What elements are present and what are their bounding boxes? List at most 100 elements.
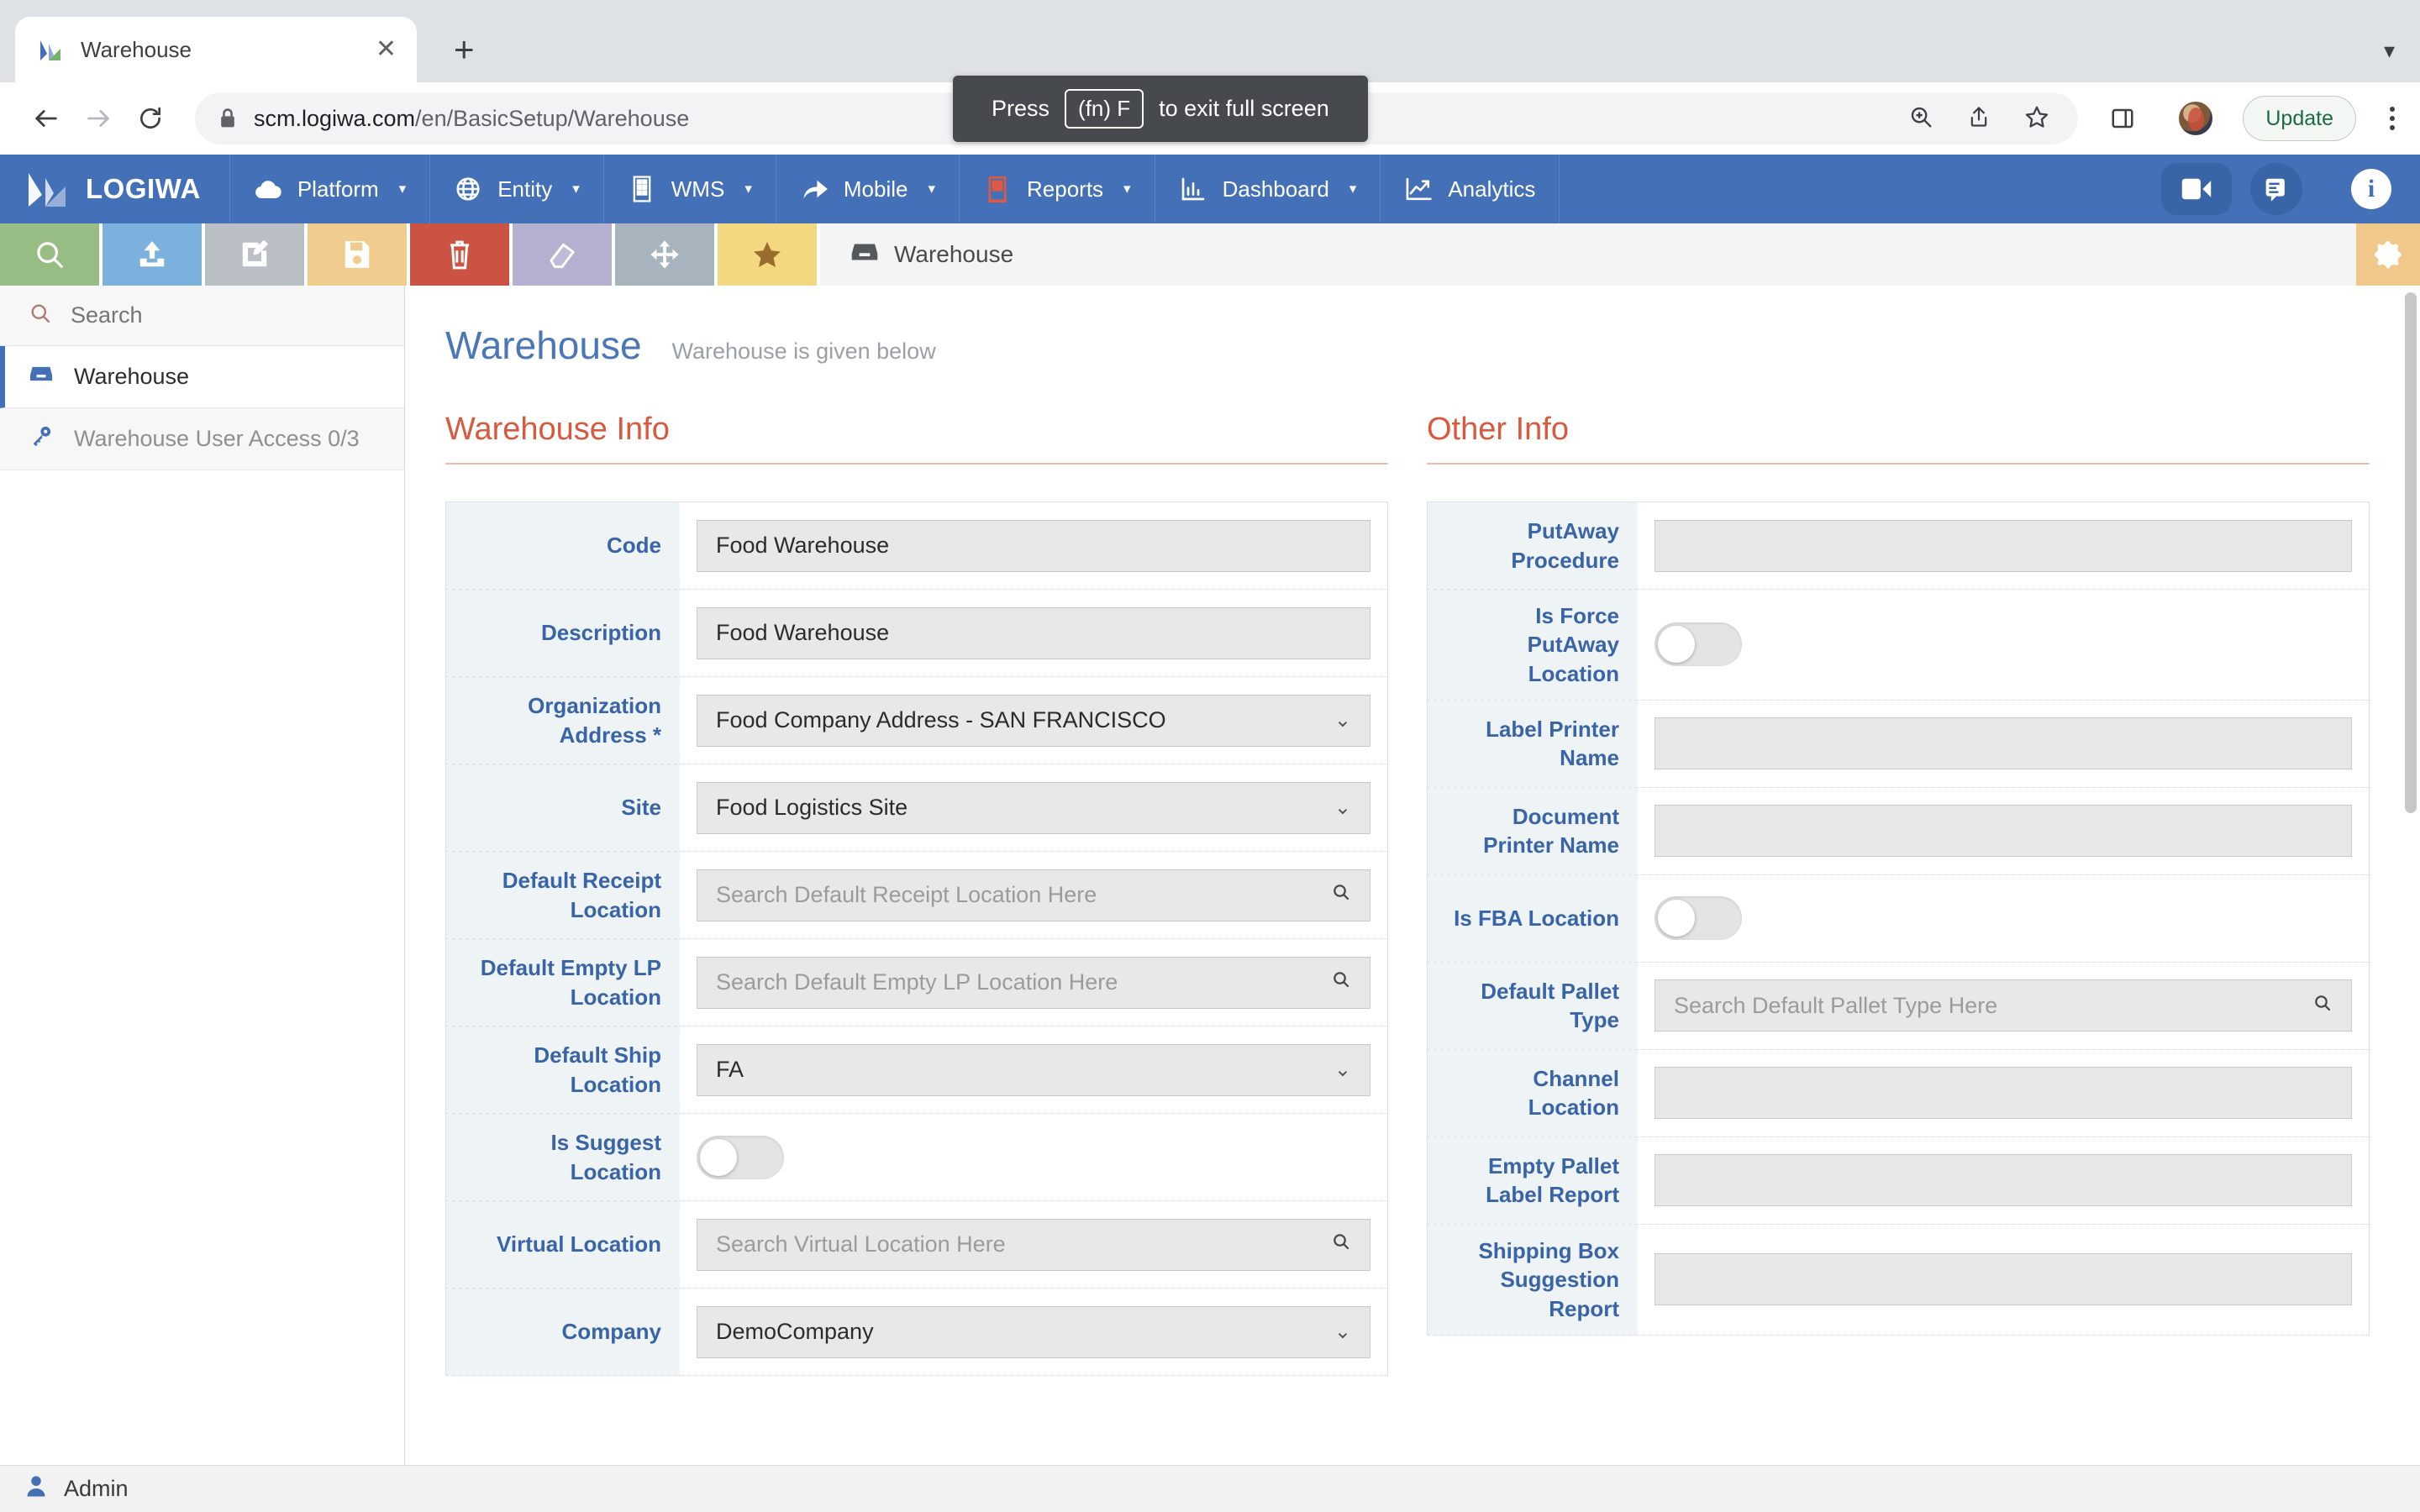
gear-icon[interactable] — [2356, 223, 2420, 286]
form-row-is-fba-location: Is FBA Location — [1428, 874, 2369, 963]
star-outline-icon[interactable] — [2024, 104, 2049, 134]
url-host: scm.logiwa.com — [254, 105, 416, 131]
site-select[interactable]: Food Logistics Site ⌄ — [697, 781, 1370, 834]
side-panel-icon[interactable] — [2096, 92, 2149, 144]
toggle-knob — [1658, 900, 1695, 937]
info-icon[interactable]: i — [2351, 169, 2391, 209]
forward-arrow-icon[interactable] — [72, 92, 124, 144]
field-value-wrap — [1638, 875, 2369, 962]
document-printer-name-input[interactable] — [1655, 805, 2352, 858]
default-empty-lp-location-search[interactable]: Search Default Empty LP Location Here — [697, 956, 1370, 1009]
vertical-scrollbar[interactable] — [2405, 292, 2417, 813]
share-icon[interactable] — [1967, 104, 1991, 134]
sidebar-search[interactable] — [0, 286, 404, 346]
chevron-down-icon: ⌄ — [1334, 1058, 1351, 1081]
edit-button[interactable] — [205, 223, 308, 286]
company-select[interactable]: DemoCompany ⌄ — [697, 1305, 1370, 1358]
video-camera-icon[interactable] — [2161, 163, 2232, 215]
fullscreen-toast-suffix: to exit full screen — [1159, 96, 1329, 121]
nav-item-entity[interactable]: Entity ▾ — [430, 155, 604, 223]
chat-bubble-icon[interactable] — [2250, 163, 2302, 215]
form-row-putaway-procedure: PutAway Procedure — [1428, 502, 2369, 590]
search-icon[interactable] — [1331, 882, 1351, 908]
is-fba-location-toggle[interactable] — [1655, 896, 1742, 941]
default-pallet-type-search[interactable]: Search Default Pallet Type Here — [1655, 979, 2352, 1032]
zoom-in-icon[interactable] — [1908, 104, 1933, 134]
close-icon[interactable]: ✕ — [376, 37, 397, 62]
field-label: Code — [446, 502, 680, 589]
search-icon[interactable] — [2312, 993, 2333, 1019]
clear-button[interactable] — [513, 223, 615, 286]
nav-label-entity: Entity — [497, 176, 553, 202]
form-row-shipping-box-suggestion-report: Shipping Box Suggestion Report — [1428, 1224, 2369, 1336]
nav-item-analytics[interactable]: Analytics — [1381, 155, 1560, 223]
select-value: DemoCompany — [716, 1319, 874, 1344]
search-icon[interactable] — [1331, 1231, 1351, 1257]
field-label: Channel Location — [1428, 1049, 1638, 1137]
virtual-location-search[interactable]: Search Virtual Location Here — [697, 1218, 1370, 1271]
app-navigation-bar: LOGIWA Platform ▾ Entity ▾ WMS ▾ Mobile … — [0, 155, 2420, 223]
sidebar-item-warehouse-user-access[interactable]: Warehouse User Access 0/3 — [0, 408, 404, 470]
select-value: Food Logistics Site — [716, 795, 908, 820]
nav-item-reports[interactable]: Reports ▾ — [960, 155, 1155, 223]
is-force-putaway-location-toggle[interactable] — [1655, 622, 1742, 667]
field-label: Default Pallet Type — [1428, 962, 1638, 1049]
chevron-down-icon[interactable]: ▾ — [2384, 38, 2395, 64]
kebab-menu-icon[interactable] — [2385, 102, 2400, 135]
move-button[interactable] — [615, 223, 718, 286]
chevron-down-icon: ⌄ — [1334, 709, 1351, 732]
chevron-down-icon: ⌄ — [1334, 796, 1351, 819]
nav-item-dashboard[interactable]: Dashboard ▾ — [1155, 155, 1381, 223]
field-value-wrap: Food Company Address - SAN FRANCISCO ⌄ — [680, 677, 1387, 764]
form-row-default-pallet-type: Default Pallet Type Search Default Palle… — [1428, 962, 2369, 1050]
toggle-knob — [1658, 626, 1695, 664]
field-label: Organization Address * — [446, 677, 680, 764]
save-button[interactable] — [308, 223, 410, 286]
browser-tab[interactable]: Warehouse ✕ — [15, 17, 417, 82]
search-input[interactable] — [71, 302, 376, 328]
toggle-knob — [700, 1138, 737, 1176]
page-subtitle: Warehouse is given below — [671, 339, 936, 364]
url-text: scm.logiwa.com/en/BasicSetup/Warehouse — [254, 106, 689, 132]
new-tab-button[interactable]: + — [454, 32, 475, 82]
brand-logo-group[interactable]: LOGIWA — [0, 155, 230, 223]
upload-button[interactable] — [103, 223, 205, 286]
main-layout: Warehouse Warehouse User Access 0/3 Ware… — [0, 286, 2420, 1465]
field-value-wrap — [680, 1114, 1387, 1200]
update-button[interactable]: Update — [2243, 96, 2356, 141]
search-button[interactable] — [0, 223, 103, 286]
chevron-down-icon: ▾ — [1123, 181, 1131, 197]
putaway-procedure-input[interactable] — [1655, 519, 2352, 572]
search-icon[interactable] — [1331, 969, 1351, 995]
delete-button[interactable] — [410, 223, 513, 286]
nav-item-mobile[interactable]: Mobile ▾ — [776, 155, 960, 223]
warehouse-info-form: Code Food Warehouse Description Food War… — [445, 501, 1388, 1376]
favorite-button[interactable] — [718, 223, 820, 286]
profile-avatar[interactable] — [2177, 100, 2215, 137]
default-receipt-location-search[interactable]: Search Default Receipt Location Here — [697, 869, 1370, 921]
nav-item-wms[interactable]: WMS ▾ — [604, 155, 776, 223]
form-row-is-suggest-location: Is Suggest Location — [446, 1114, 1387, 1201]
description-input[interactable]: Food Warehouse — [697, 606, 1370, 659]
line-chart-icon — [1404, 175, 1433, 203]
empty-pallet-label-report-input[interactable] — [1655, 1154, 2352, 1207]
bar-chart-icon — [1179, 175, 1207, 203]
field-label: Is Suggest Location — [446, 1114, 680, 1200]
label-printer-name-input[interactable] — [1655, 717, 2352, 770]
breadcrumb-label: Warehouse — [894, 241, 1014, 267]
nav-item-platform[interactable]: Platform ▾ — [230, 155, 431, 223]
code-input[interactable]: Food Warehouse — [697, 519, 1370, 572]
field-value-wrap — [1638, 1137, 2369, 1224]
section-title-other-info: Other Info — [1427, 412, 1569, 447]
channel-location-input[interactable] — [1655, 1067, 2352, 1120]
default-ship-location-select[interactable]: FA ⌄ — [697, 1043, 1370, 1096]
back-arrow-icon[interactable] — [20, 92, 72, 144]
sidebar-item-warehouse[interactable]: Warehouse — [0, 346, 404, 408]
form-row-virtual-location: Virtual Location Search Virtual Location… — [446, 1201, 1387, 1289]
sidebar-item-label: Warehouse — [74, 364, 190, 389]
is-suggest-location-toggle[interactable] — [697, 1135, 784, 1179]
reload-icon[interactable] — [124, 92, 176, 144]
shipping-box-suggestion-report-input[interactable] — [1655, 1253, 2352, 1306]
tab-title: Warehouse — [81, 36, 192, 62]
organization-address-select[interactable]: Food Company Address - SAN FRANCISCO ⌄ — [697, 694, 1370, 747]
